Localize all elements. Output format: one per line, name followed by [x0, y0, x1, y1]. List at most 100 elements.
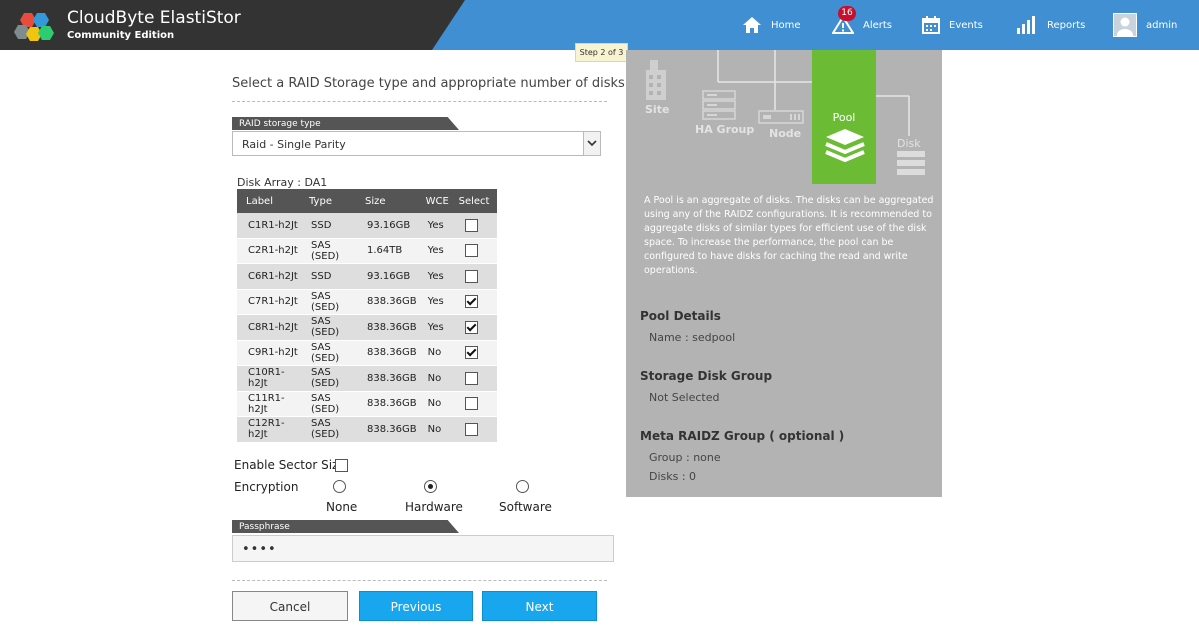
disk-wce: No	[416, 365, 450, 392]
nav-admin[interactable]: admin	[1113, 0, 1177, 50]
disk-stack-icon	[897, 151, 925, 175]
table-row: C11R1-h2Jt SAS (SED) 838.36GB No	[237, 391, 497, 417]
table-row: C9R1-h2Jt SAS (SED) 838.36GB No	[237, 340, 497, 366]
disk-type: SAS (SED)	[300, 289, 356, 315]
brand-area: CloudByte ElastiStor Community Edition	[0, 0, 465, 50]
enable-sector-size-checkbox[interactable]	[335, 459, 348, 472]
disk-select-cell	[449, 416, 497, 443]
table-row: C8R1-h2Jt SAS (SED) 838.36GB Yes	[237, 314, 497, 341]
pool-layers-icon	[825, 129, 865, 162]
disk-label: C9R1-h2Jt	[237, 340, 300, 366]
disk-wce: No	[416, 391, 450, 417]
disk-select-checkbox[interactable]	[464, 218, 478, 232]
node-icon	[758, 110, 804, 124]
disk-type: SAS (SED)	[300, 391, 356, 417]
pool-description: A Pool is an aggregate of disks. The dis…	[644, 195, 934, 276]
disk-table-header: Label Type Size WCE Select	[237, 189, 497, 213]
encryption-none-radio[interactable]	[333, 480, 346, 493]
disk-label: C1R1-h2Jt	[237, 213, 300, 239]
disk-array-label: Disk Array : DA1	[237, 176, 328, 189]
next-button[interactable]: Next	[482, 591, 597, 621]
site-icon	[646, 60, 666, 100]
chevron-down-icon[interactable]	[583, 132, 600, 155]
hierarchy-node: Node	[769, 127, 802, 140]
disk-table: Label Type Size WCE Select C1R1-h2Jt SSD 9…	[237, 189, 497, 443]
disk-select-checkbox[interactable]	[464, 295, 478, 309]
col-size: Size	[356, 189, 417, 213]
disk-size: 838.36GB	[356, 340, 417, 366]
disk-select-cell	[449, 365, 497, 392]
disk-label: C2R1-h2Jt	[237, 238, 300, 264]
alerts-count-badge: 16	[838, 6, 856, 21]
pool-name: Name : sedpool	[649, 331, 736, 344]
disk-select-checkbox[interactable]	[464, 320, 478, 334]
disk-type: SAS (SED)	[300, 340, 356, 366]
cancel-button[interactable]: Cancel	[232, 591, 348, 621]
disk-select-checkbox[interactable]	[464, 244, 478, 258]
storage-disk-group-value: Not Selected	[649, 391, 720, 404]
calendar-icon	[922, 16, 940, 34]
table-row: C10R1-h2Jt SAS (SED) 838.36GB No	[237, 365, 497, 392]
table-row: C12R1-h2Jt SAS (SED) 838.36GB No	[237, 416, 497, 443]
meta-raidz-group: Group : none	[649, 451, 721, 464]
bar-chart-icon	[1016, 16, 1038, 34]
nav-reports-label: Reports	[1047, 19, 1086, 31]
disk-size: 838.36GB	[356, 365, 417, 392]
passphrase-input[interactable]: ••••	[232, 535, 614, 562]
disk-select-checkbox[interactable]	[464, 269, 478, 283]
table-row: C6R1-h2Jt SSD 93.16GB Yes	[237, 263, 497, 290]
nav-admin-label: admin	[1146, 19, 1178, 31]
col-select: Select	[449, 189, 497, 213]
disk-select-cell	[449, 314, 497, 341]
disk-label: C6R1-h2Jt	[237, 263, 300, 290]
meta-raidz-disks: Disks : 0	[649, 470, 697, 483]
nav-home-label: Home	[771, 19, 801, 31]
disk-select-checkbox[interactable]	[464, 346, 478, 360]
previous-button[interactable]: Previous	[359, 591, 473, 621]
disk-type: SSD	[300, 213, 356, 239]
disk-size: 93.16GB	[356, 213, 417, 239]
divider-top	[232, 101, 607, 102]
disk-wce: Yes	[416, 289, 450, 315]
encryption-software-radio[interactable]	[516, 480, 529, 493]
info-panel: Site HA Group Node Pool Disk A Pool is a…	[626, 50, 942, 497]
raid-type-label: RAID storage type	[232, 117, 459, 130]
disk-wce: Yes	[416, 263, 450, 290]
disk-type: SSD	[300, 263, 356, 290]
raid-type-select[interactable]: Raid - Single Parity	[232, 131, 601, 156]
brand-edition: Community Edition	[67, 30, 175, 41]
disk-select-checkbox[interactable]	[464, 397, 478, 411]
nav-events[interactable]: Events	[922, 0, 983, 50]
disk-label: C12R1-h2Jt	[237, 416, 300, 443]
col-type: Type	[300, 189, 356, 213]
table-row: C2R1-h2Jt SAS (SED) 1.64TB Yes	[237, 238, 497, 264]
nav-reports[interactable]: Reports	[1016, 0, 1085, 50]
enable-sector-size-label: Enable Sector Size	[234, 458, 346, 472]
passphrase-label: Passphrase	[232, 520, 459, 533]
encryption-hardware-label: Hardware	[405, 500, 463, 514]
nav-events-label: Events	[949, 19, 983, 31]
encryption-hardware-radio[interactable]	[424, 480, 437, 493]
col-wce: WCE	[416, 189, 450, 213]
encryption-none-label: None	[326, 500, 358, 514]
disk-select-checkbox[interactable]	[464, 422, 478, 436]
step-indicator: Step 2 of 3	[575, 43, 628, 62]
disk-select-cell	[449, 213, 497, 239]
disk-select-cell	[449, 263, 497, 290]
home-icon	[742, 16, 762, 34]
encryption-label: Encryption	[234, 480, 299, 494]
disk-label: C11R1-h2Jt	[237, 391, 300, 417]
hierarchy-disk: Disk	[897, 137, 921, 150]
disk-label: C8R1-h2Jt	[237, 314, 300, 341]
disk-type: SAS (SED)	[300, 416, 356, 443]
disk-select-checkbox[interactable]	[464, 371, 478, 385]
disk-select-cell	[449, 391, 497, 417]
pool-details-title: Pool Details	[640, 309, 721, 323]
disk-wce: Yes	[416, 314, 450, 341]
disk-select-cell	[449, 238, 497, 264]
disk-size: 838.36GB	[356, 289, 417, 315]
nav-home[interactable]: Home	[742, 0, 801, 50]
hierarchy-pool: Pool	[832, 111, 856, 124]
disk-wce: Yes	[416, 213, 450, 239]
nav-alerts-label: Alerts	[863, 19, 893, 31]
